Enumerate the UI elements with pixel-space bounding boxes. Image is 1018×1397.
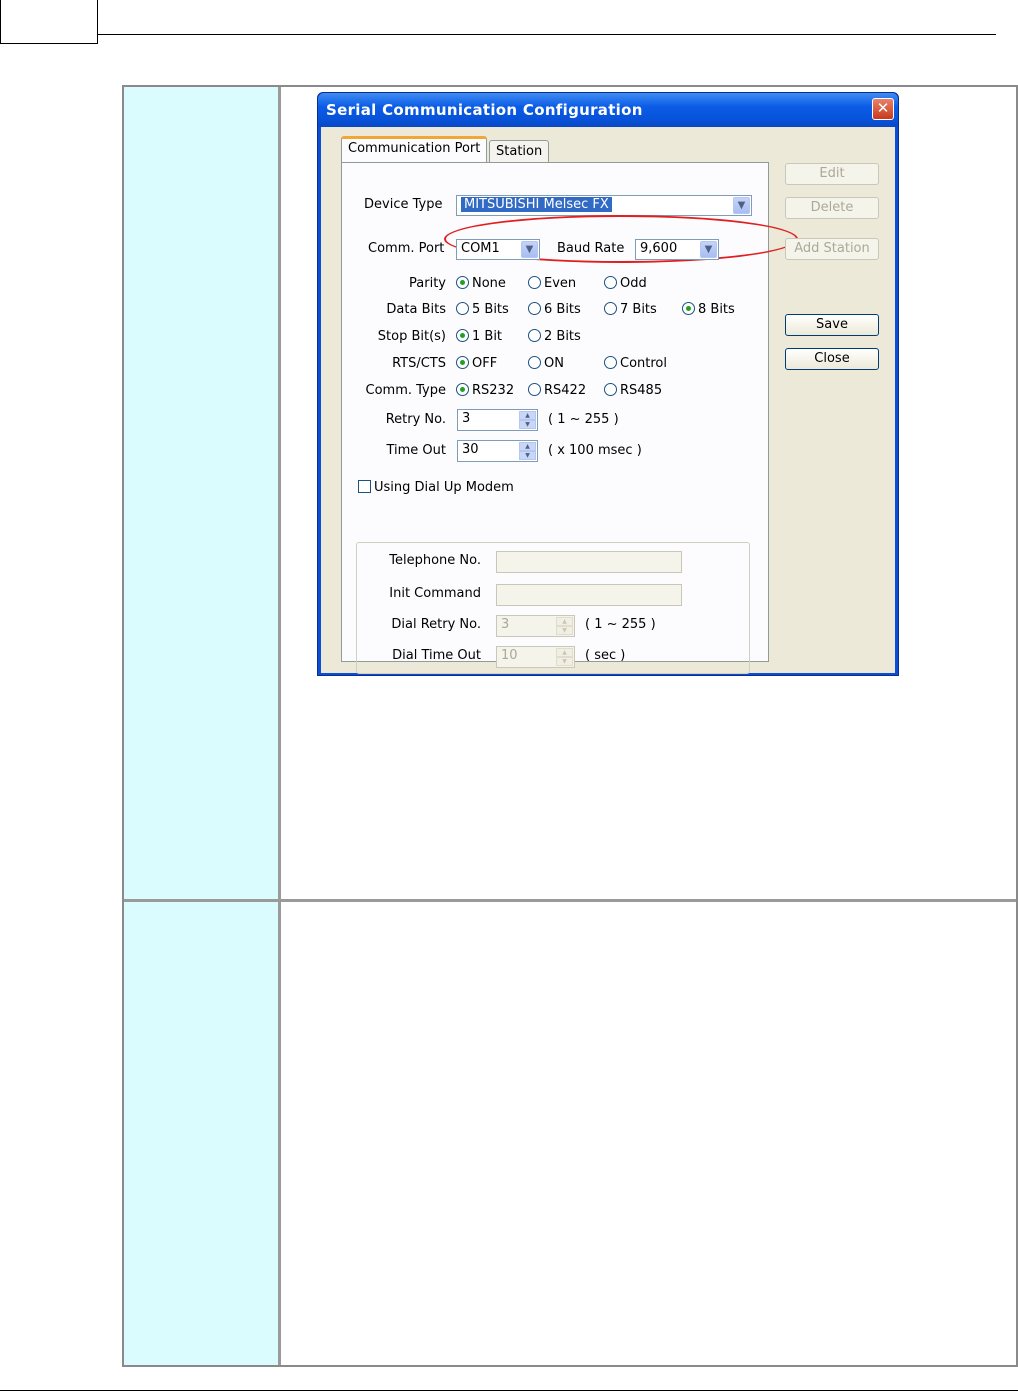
dial-retry-label: Dial Retry No. (391, 617, 481, 632)
table-row-divider (124, 899, 1016, 902)
comm-port-select[interactable]: COM1 ▼ (456, 239, 540, 260)
table-left-cell-1 (124, 87, 278, 899)
spin-up-icon[interactable]: ▲ (556, 648, 573, 657)
checkbox-icon (358, 480, 371, 493)
comm-port-label: Comm. Port (368, 241, 445, 256)
baud-rate-label: Baud Rate (557, 241, 625, 256)
dial-timeout-stepper[interactable]: 10 ▲ ▼ (496, 646, 575, 668)
edit-button[interactable]: Edit (785, 163, 879, 185)
delete-button[interactable]: Delete (785, 197, 879, 219)
spin-down-icon[interactable]: ▼ (519, 451, 536, 460)
time-out-range: ( x 100 msec ) (548, 443, 642, 458)
radio-selected-icon (456, 383, 469, 396)
dial-timeout-label: Dial Time Out (392, 648, 481, 663)
radio-selected-icon (456, 276, 469, 289)
init-command-label: Init Command (389, 586, 481, 601)
comm-rs232-radio[interactable]: RS232 (456, 383, 514, 398)
telephone-input[interactable] (496, 551, 682, 573)
dial-up-modem-checkbox[interactable]: Using Dial Up Modem (358, 480, 514, 495)
dial-retry-stepper[interactable]: 3 ▲ ▼ (496, 615, 575, 637)
time-out-stepper[interactable]: 30 ▲ ▼ (457, 440, 538, 462)
tab-station[interactable]: Station (489, 140, 550, 162)
rts-control-radio[interactable]: Control (604, 356, 667, 371)
header-rule (98, 34, 996, 35)
chevron-down-icon[interactable]: ▼ (733, 197, 750, 214)
spin-down-icon[interactable]: ▼ (556, 657, 573, 666)
telephone-label: Telephone No. (389, 553, 481, 568)
stop-bits-label: Stop Bit(s) (377, 329, 446, 344)
baud-rate-select[interactable]: 9,600 ▼ (635, 239, 719, 260)
footer-rule (0, 1390, 1018, 1391)
radio-icon (528, 276, 541, 289)
init-command-input[interactable] (496, 584, 682, 606)
table-column-divider (278, 87, 281, 1365)
radio-selected-icon (456, 329, 469, 342)
retry-no-range: ( 1 ~ 255 ) (548, 412, 619, 427)
close-icon[interactable]: ✕ (872, 98, 894, 120)
radio-selected-icon (682, 302, 695, 315)
parity-none-radio[interactable]: None (456, 276, 506, 291)
dialog-titlebar[interactable]: Serial Communication Configuration ✕ (318, 93, 898, 127)
dial-retry-range: ( 1 ~ 255 ) (585, 617, 656, 632)
data-bits-8-radio[interactable]: 8 Bits (682, 302, 735, 317)
data-bits-7-radio[interactable]: 7 Bits (604, 302, 657, 317)
spin-up-icon[interactable]: ▲ (556, 617, 573, 626)
dialog-title: Serial Communication Configuration (326, 101, 643, 119)
device-type-select[interactable]: MITSUBISHI Melsec FX ▼ (456, 195, 752, 216)
data-bits-5-radio[interactable]: 5 Bits (456, 302, 509, 317)
radio-icon (528, 356, 541, 369)
comm-rs485-radio[interactable]: RS485 (604, 383, 662, 398)
spin-down-icon[interactable]: ▼ (556, 626, 573, 635)
serial-config-dialog: Serial Communication Configuration ✕ Com… (317, 92, 899, 676)
dial-timeout-range: ( sec ) (585, 648, 626, 663)
radio-icon (528, 383, 541, 396)
add-station-button[interactable]: Add Station (785, 238, 879, 260)
retry-no-stepper[interactable]: 3 ▲ ▼ (457, 409, 538, 431)
comm-rs422-radio[interactable]: RS422 (528, 383, 586, 398)
data-bits-6-radio[interactable]: 6 Bits (528, 302, 581, 317)
radio-selected-icon (456, 356, 469, 369)
comm-type-label: Comm. Type (365, 383, 446, 398)
dial-up-group: Telephone No. Init Command Dial Retry No… (356, 542, 750, 674)
parity-even-radio[interactable]: Even (528, 276, 576, 291)
device-type-label: Device Type (364, 197, 443, 212)
table-left-cell-2 (124, 902, 278, 1365)
retry-no-label: Retry No. (385, 412, 446, 427)
rts-cts-label: RTS/CTS (392, 356, 446, 371)
radio-icon (604, 302, 617, 315)
stop-bits-2-radio[interactable]: 2 Bits (528, 329, 581, 344)
spin-down-icon[interactable]: ▼ (519, 420, 536, 429)
time-out-label: Time Out (386, 443, 446, 458)
spin-up-icon[interactable]: ▲ (519, 411, 536, 420)
radio-icon (604, 276, 617, 289)
chevron-down-icon[interactable]: ▼ (700, 241, 717, 258)
close-button[interactable]: Close (785, 348, 879, 370)
chevron-down-icon[interactable]: ▼ (521, 241, 538, 258)
parity-odd-radio[interactable]: Odd (604, 276, 647, 291)
communication-port-panel: Device Type MITSUBISHI Melsec FX ▼ Comm.… (341, 162, 798, 674)
save-button[interactable]: Save (785, 314, 879, 336)
spin-up-icon[interactable]: ▲ (519, 442, 536, 451)
parity-label: Parity (409, 276, 446, 291)
stop-bits-1-radio[interactable]: 1 Bit (456, 329, 502, 344)
radio-icon (528, 302, 541, 315)
tab-communication-port[interactable]: Communication Port (341, 136, 488, 162)
radio-icon (604, 383, 617, 396)
radio-icon (456, 302, 469, 315)
rts-on-radio[interactable]: ON (528, 356, 564, 371)
rts-off-radio[interactable]: OFF (456, 356, 497, 371)
header-box (0, 0, 98, 44)
radio-icon (604, 356, 617, 369)
radio-icon (528, 329, 541, 342)
dialog-client-area: Communication Port Station Device Type M… (321, 127, 895, 674)
data-bits-label: Data Bits (386, 302, 446, 317)
